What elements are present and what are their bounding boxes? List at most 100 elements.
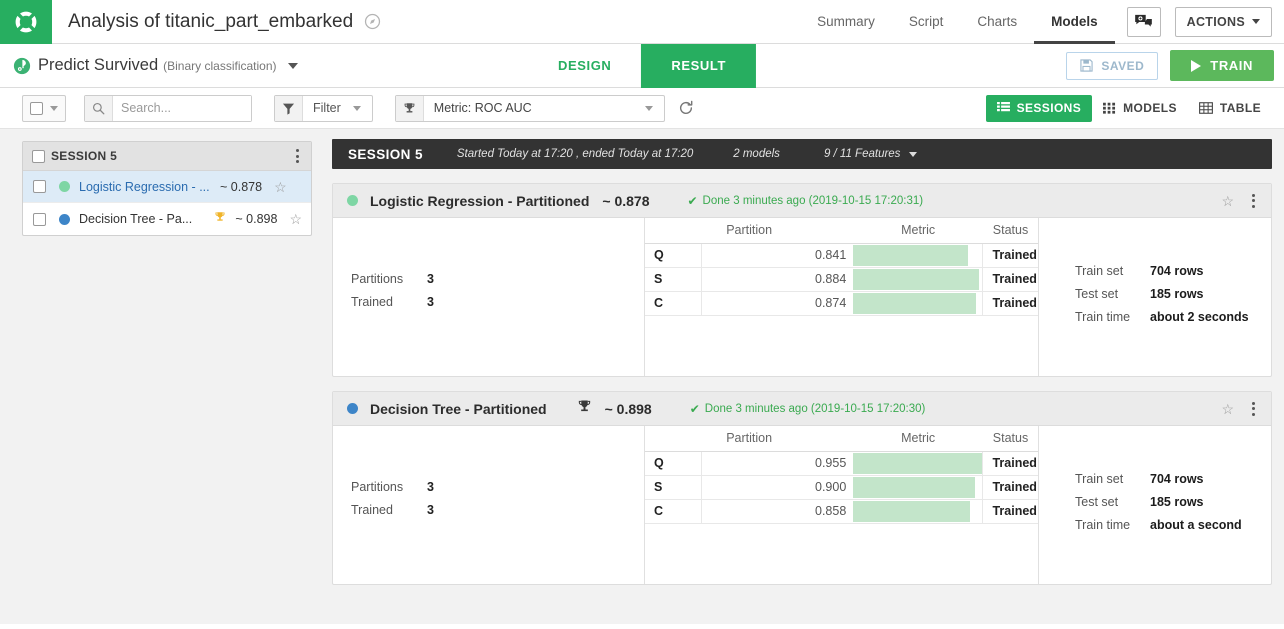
stat-label: Trained — [351, 503, 393, 517]
view-sessions-button[interactable]: SESSIONS — [985, 94, 1093, 122]
stat-trained: Trained 3 — [351, 503, 644, 517]
nav-item-charts[interactable]: Charts — [960, 0, 1034, 44]
view-models-label: MODELS — [1123, 101, 1177, 115]
actions-button[interactable]: ACTIONS — [1174, 6, 1272, 37]
status-badge: ✔ Done 3 minutes ago (2019-10-15 17:20:3… — [687, 194, 923, 208]
table-row: C 0.874 Trained — [645, 291, 1038, 316]
top-bar: Analysis of titanic_part_embarked Summar… — [0, 0, 1284, 44]
cell-metric-value: 0.884 — [701, 267, 854, 292]
session-bar-features[interactable]: 9 / 11 Features — [824, 148, 918, 160]
session-bar-models-count: 2 models — [733, 148, 780, 160]
stat-label: Train time — [1075, 518, 1131, 532]
cell-metric-value: 0.874 — [701, 291, 854, 316]
target-prediction-icon — [13, 57, 31, 75]
partition-table: Partition Metric Status Q 0.841 Trained — [645, 218, 1038, 316]
stat-label: Train set — [1075, 264, 1124, 278]
stat-value: 185 rows — [1150, 287, 1204, 301]
caret-down-icon — [352, 105, 361, 111]
model-card-title: Decision Tree - Partitioned — [370, 400, 547, 417]
models-toolbar: Filter Metric: ROC AUC — [0, 88, 1284, 129]
star-outline-icon[interactable]: ☆ — [289, 212, 302, 226]
content-area: SESSION 5 Logistic Regression - ... ~ 0.… — [0, 129, 1284, 624]
list-item[interactable]: Decision Tree - Pa... ~ 0.898 ☆ — [23, 203, 311, 235]
stat-train-set: Train set 704 rows — [1075, 264, 1271, 278]
tab-result[interactable]: RESULT — [641, 43, 757, 88]
cell-partition: C — [645, 291, 702, 316]
saved-button[interactable]: SAVED — [1066, 51, 1159, 80]
stat-label: Test set — [1075, 495, 1119, 509]
table-row: S 0.900 Trained — [645, 475, 1038, 500]
train-button[interactable]: TRAIN — [1170, 50, 1274, 81]
stat-partitions: Partitions 3 — [351, 272, 644, 286]
check-mark-icon: ✔ — [687, 193, 698, 208]
caret-down-icon[interactable] — [287, 62, 298, 69]
row-checkbox-icon[interactable] — [33, 212, 46, 226]
partition-table-panel: Partition Metric Status Q 0.955 Trained — [645, 426, 1039, 584]
cell-metric-bar — [853, 451, 984, 476]
cell-partition: S — [645, 475, 702, 500]
filter-dropdown[interactable]: Filter — [274, 94, 373, 122]
partition-summary-panel: Partitions 3 Trained 3 — [333, 426, 645, 584]
cell-metric-bar — [853, 243, 984, 268]
caret-down-icon — [1252, 19, 1260, 24]
funnel-filter-icon — [275, 95, 303, 121]
stat-value: 3 — [427, 503, 434, 517]
refresh-icon[interactable] — [677, 99, 695, 117]
stat-value: about a second — [1150, 518, 1242, 532]
metric-dropdown[interactable]: Metric: ROC AUC — [394, 94, 665, 122]
model-card: Logistic Regression - Partitioned ~ 0.87… — [332, 183, 1272, 377]
prediction-title: Predict Survived — [38, 56, 159, 74]
column-header-partition: Partition — [645, 218, 854, 244]
select-all-checkbox-icon[interactable] — [30, 101, 43, 115]
view-table-button[interactable]: TABLE — [1188, 95, 1272, 122]
compass-icon[interactable] — [364, 13, 381, 30]
list-item-label[interactable]: Logistic Regression - ... — [79, 180, 214, 194]
search-box[interactable] — [84, 94, 252, 122]
partition-table-panel: Partition Metric Status Q 0.841 Trained — [645, 218, 1039, 376]
nav-item-script[interactable]: Script — [892, 0, 961, 44]
model-card-score: ~ 0.878 — [602, 192, 650, 209]
stat-label: Partitions — [351, 480, 404, 494]
model-color-dot — [347, 195, 358, 206]
chat-bubble-plus-icon[interactable] — [1126, 6, 1161, 37]
model-color-dot — [59, 213, 70, 225]
app-logo[interactable] — [0, 0, 52, 44]
stat-trained: Trained 3 — [351, 295, 644, 309]
kebab-menu-icon[interactable] — [1248, 399, 1259, 419]
trophy-icon — [395, 95, 424, 121]
row-checkbox-icon[interactable] — [33, 180, 46, 193]
caret-down-icon — [909, 151, 918, 157]
model-card-body: Partitions 3 Trained 3 Partition Metric … — [333, 218, 1271, 376]
stat-label: Train set — [1075, 472, 1124, 486]
model-card-actions: ☆ — [1221, 191, 1259, 211]
star-outline-icon[interactable]: ☆ — [1221, 194, 1234, 208]
model-color-dot — [59, 181, 70, 192]
table-row: Q 0.955 Trained — [645, 451, 1038, 476]
nav-item-models[interactable]: Models — [1034, 0, 1115, 44]
list-item[interactable]: Logistic Regression - ... ~ 0.878 ☆ — [23, 171, 311, 203]
star-outline-icon[interactable]: ☆ — [1221, 402, 1234, 416]
session-bar-title: SESSION 5 — [348, 146, 423, 162]
cell-metric-value: 0.841 — [701, 243, 854, 268]
view-table-label: TABLE — [1219, 101, 1261, 115]
cell-status: Trained — [982, 451, 1038, 476]
play-triangle-icon — [1191, 59, 1202, 72]
select-all-dropdown[interactable] — [22, 94, 66, 122]
column-header-status: Status — [982, 426, 1038, 452]
column-header-metric: Metric — [853, 426, 983, 452]
cell-partition: Q — [645, 451, 702, 476]
session-checkbox-icon[interactable] — [32, 149, 45, 163]
kebab-menu-icon[interactable] — [292, 146, 303, 166]
view-sessions-label: SESSIONS — [1016, 101, 1082, 115]
nav-item-summary[interactable]: Summary — [800, 0, 892, 44]
star-outline-icon[interactable]: ☆ — [274, 180, 287, 194]
view-models-button[interactable]: MODELS — [1092, 95, 1188, 122]
cell-metric-bar — [853, 267, 984, 292]
model-card-header: Decision Tree - Partitioned ~ 0.898 ✔ Do… — [333, 392, 1271, 426]
tab-design[interactable]: DESIGN — [528, 44, 641, 88]
stat-label: Train time — [1075, 310, 1131, 324]
search-input[interactable] — [113, 95, 251, 121]
model-card-score: ~ 0.898 — [604, 400, 652, 417]
list-item-label[interactable]: Decision Tree - Pa... — [79, 212, 212, 226]
kebab-menu-icon[interactable] — [1248, 191, 1259, 211]
